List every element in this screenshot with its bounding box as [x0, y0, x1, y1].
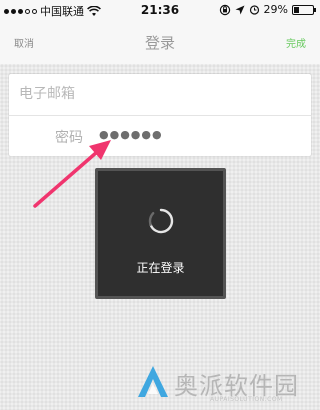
alarm-icon: [249, 5, 259, 15]
done-button[interactable]: 完成: [286, 35, 306, 50]
password-label: 密码: [55, 130, 83, 146]
watermark: 奥派软件园 AUPAISOLUTION.COM: [0, 362, 320, 410]
location-icon: [235, 5, 245, 14]
page-title: 登录: [144, 34, 175, 52]
password-row[interactable]: 密码 ●●●●●●: [9, 115, 311, 157]
status-bar: 中国联通 21:36 29%: [0, 0, 320, 20]
watermark-url: AUPAISOLUTION.COM: [210, 396, 283, 403]
battery-icon: [292, 4, 316, 15]
battery-percent: 29%: [263, 3, 288, 16]
site-logo-icon: [138, 366, 168, 397]
spinner-icon: [148, 208, 174, 234]
status-bar-right: 29%: [219, 3, 316, 16]
battery-level-fill: [294, 6, 299, 13]
navigation-bar: 取消 登录 完成: [0, 20, 320, 64]
login-form: 密码 ●●●●●●: [9, 74, 311, 156]
password-field[interactable]: ●●●●●●: [99, 128, 163, 141]
email-field[interactable]: [19, 83, 299, 105]
orientation-lock-icon: [219, 4, 230, 15]
loading-overlay: 正在登录: [95, 168, 226, 299]
email-row: [9, 74, 311, 115]
loading-text: 正在登录: [136, 261, 185, 275]
